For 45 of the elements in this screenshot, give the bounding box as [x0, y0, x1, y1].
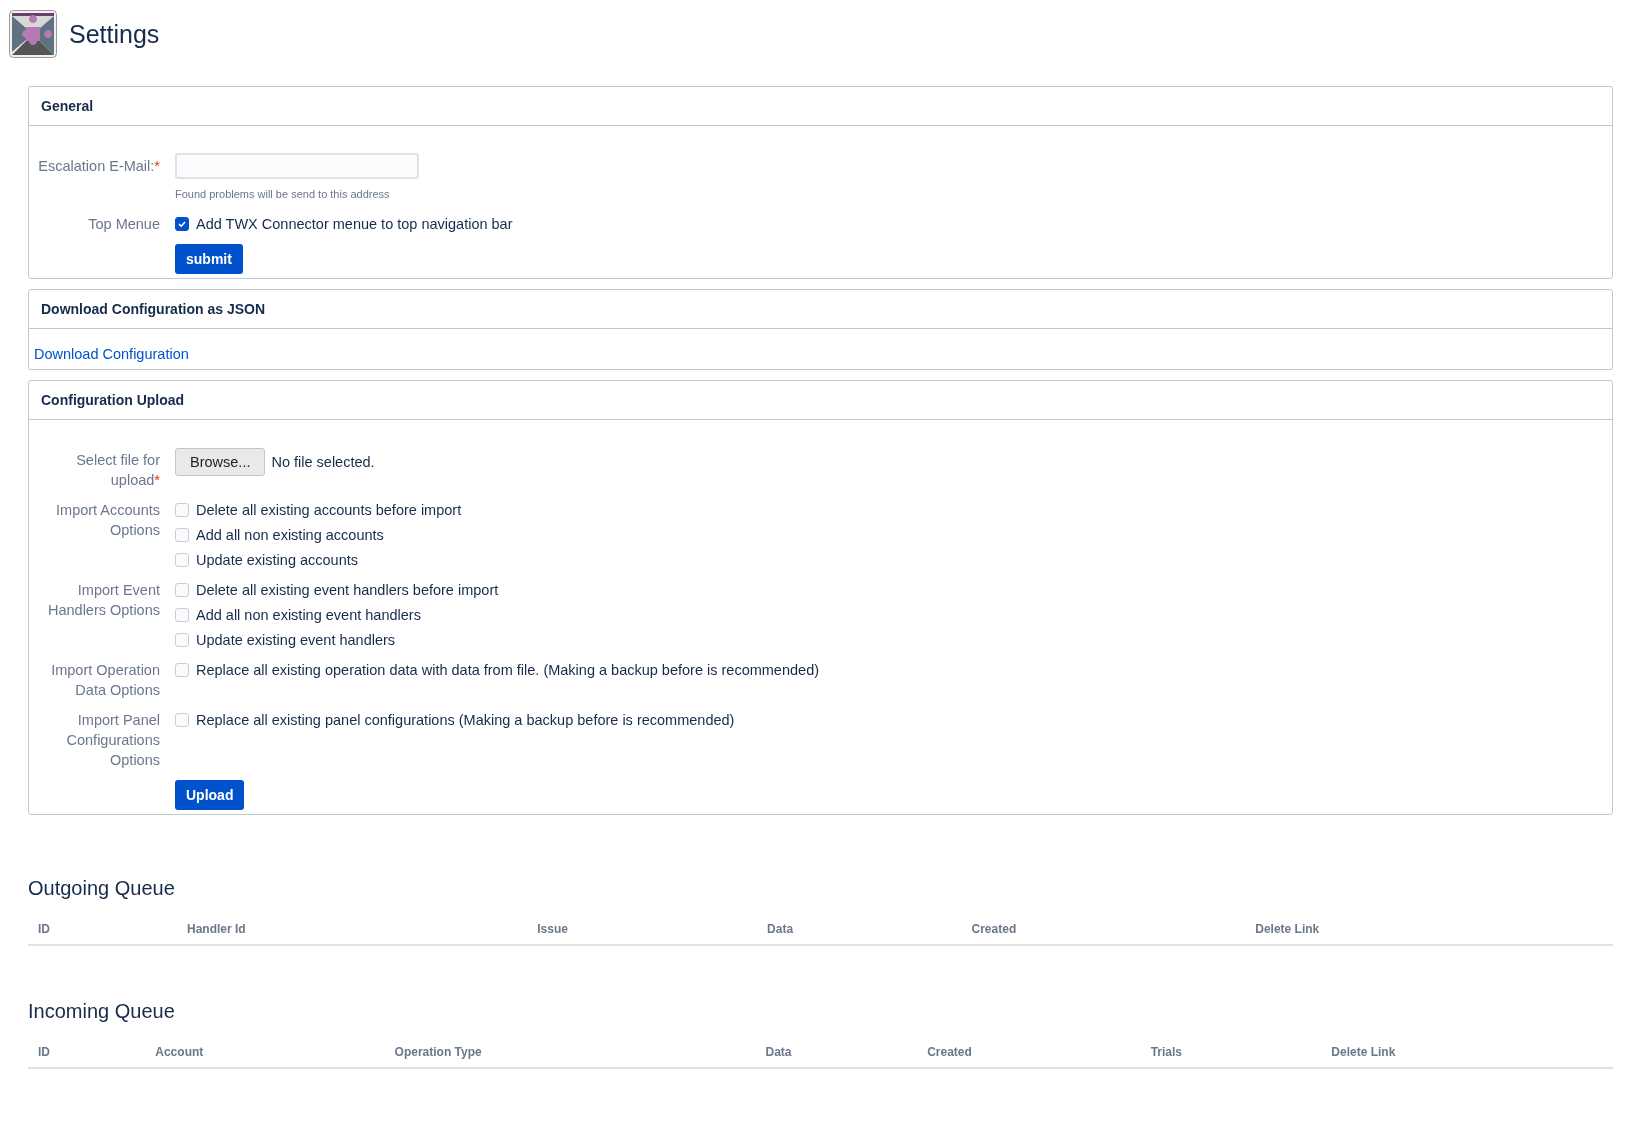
column-header: Data [765, 1045, 792, 1059]
field-label: Import Accounts Options [55, 501, 160, 540]
field-label: Escalation E-Mail:* [38, 157, 160, 176]
checkbox-label: Delete all existing accounts before import [196, 501, 462, 520]
checkmark-icon [177, 219, 187, 229]
column-header: Created [927, 1045, 972, 1059]
panel-title: Configuration Upload [41, 392, 185, 408]
field-hint: Found problems will be send to this address [175, 188, 391, 200]
column-header: Account [155, 1045, 204, 1059]
checkbox-label: Add all non existing accounts [196, 526, 384, 545]
checkbox-label: Replace all existing operation data with data from file. (Making a backup before is recommended) [196, 661, 820, 680]
email-input-field[interactable] [175, 153, 419, 179]
page-title: Settings [69, 19, 160, 49]
field-label: Import Event Handlers Options [46, 581, 160, 620]
field-label: Import Panel Configurations Options [65, 711, 160, 770]
column-header: Data [767, 922, 794, 936]
submit-button[interactable]: Upload [175, 780, 245, 810]
field-label: Top Menue [88, 215, 160, 234]
column-header: ID [38, 1045, 50, 1059]
section-heading: Outgoing Queue [28, 877, 176, 900]
column-header: Created [971, 922, 1017, 936]
app-logo-icon [9, 10, 57, 58]
panel-title: Download Configuration as JSON [41, 301, 265, 317]
column-header: Issue [537, 922, 568, 936]
checkbox-label: Replace all existing panel configurations (Making a backup before is recommended) [196, 711, 735, 730]
column-header: Trials [1150, 1045, 1182, 1059]
column-header: Handler Id [187, 922, 246, 936]
download-link[interactable]: Download Configuration [34, 346, 189, 362]
submit-button[interactable]: submit [175, 244, 243, 274]
checkbox-label: Update existing accounts [196, 551, 358, 570]
file-status: No file selected. [271, 454, 375, 470]
checkbox-label: Add TWX Connector menue to top navigation bar [196, 215, 513, 234]
column-header: ID [38, 922, 50, 936]
checkbox-label: Update existing event handlers [196, 631, 396, 650]
column-header: Delete Link [1331, 1045, 1396, 1059]
checkbox[interactable] [175, 217, 189, 231]
field-label: Import Operation Data Options [50, 661, 160, 700]
browse-button[interactable]: Browse... [175, 448, 266, 476]
column-header: Operation Type [394, 1045, 482, 1059]
checkbox-label: Delete all existing event handlers before import [196, 581, 499, 600]
checkbox-label: Add all non existing event handlers [196, 606, 421, 625]
column-header: Delete Link [1255, 922, 1320, 936]
section-heading: Incoming Queue [28, 1000, 176, 1023]
field-label: Select file for upload* [75, 451, 160, 490]
panel-title: General [41, 98, 94, 114]
